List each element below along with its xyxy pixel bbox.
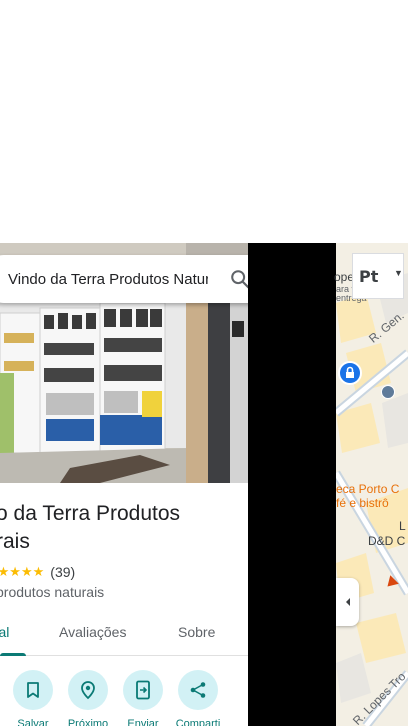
map-label-cafe-2[interactable]: fé e bistrô — [336, 496, 389, 510]
nearby-icon — [81, 681, 95, 700]
send-to-phone-button[interactable]: Enviar — [116, 670, 170, 726]
save-button-circle[interactable] — [13, 670, 53, 710]
bookmark-icon — [27, 682, 39, 698]
star-rating-icon: ★★★★★ — [0, 564, 45, 579]
send-to-phone-icon — [136, 680, 150, 700]
nearby-button[interactable]: Próximo — [61, 670, 115, 726]
language-label: Pt — [359, 266, 379, 286]
send-button-circle[interactable] — [123, 670, 163, 710]
blank-area — [0, 0, 408, 243]
place-title: o da Terra Produtos rais — [0, 502, 181, 553]
share-label: Comparti — [175, 718, 221, 726]
chevron-left-icon — [345, 598, 350, 606]
nearby-label: Próximo — [67, 718, 109, 726]
hotel-pin-icon[interactable] — [338, 361, 362, 385]
search-bar[interactable] — [0, 255, 248, 303]
place-category[interactable]: produtos naturais — [0, 584, 104, 600]
share-icon — [190, 682, 206, 698]
map-label-cafe-1[interactable]: eca Porto C — [336, 482, 399, 496]
map-label-l: L — [399, 519, 406, 533]
tab-reviews[interactable]: Avaliações — [59, 624, 126, 640]
save-label: Salvar — [17, 718, 49, 726]
share-button[interactable]: Comparti — [171, 670, 225, 726]
rating-row[interactable]: ★★★★★ (39) — [0, 564, 75, 580]
review-count[interactable]: (39) — [50, 564, 75, 580]
share-button-circle[interactable] — [178, 670, 218, 710]
search-icon — [231, 270, 248, 289]
bus-stop-icon[interactable] — [381, 385, 395, 399]
tab-indicator — [0, 653, 26, 656]
send-label: Enviar — [127, 718, 159, 726]
tab-about[interactable]: Sobre — [178, 624, 215, 640]
panel-gap — [248, 243, 336, 726]
place-tabs: eral Avaliações Sobre — [0, 612, 248, 656]
chevron-down-icon: ▼ — [394, 268, 403, 278]
map-label-dd[interactable]: D&D C — [368, 534, 405, 548]
save-button[interactable]: Salvar — [6, 670, 60, 726]
search-input[interactable] — [8, 270, 208, 288]
language-button[interactable]: Pt ▼ — [352, 253, 404, 299]
tab-overview[interactable]: eral — [0, 624, 9, 640]
collapse-panel-button[interactable] — [336, 578, 359, 626]
nearby-button-circle[interactable] — [68, 670, 108, 710]
search-button[interactable] — [226, 265, 248, 293]
